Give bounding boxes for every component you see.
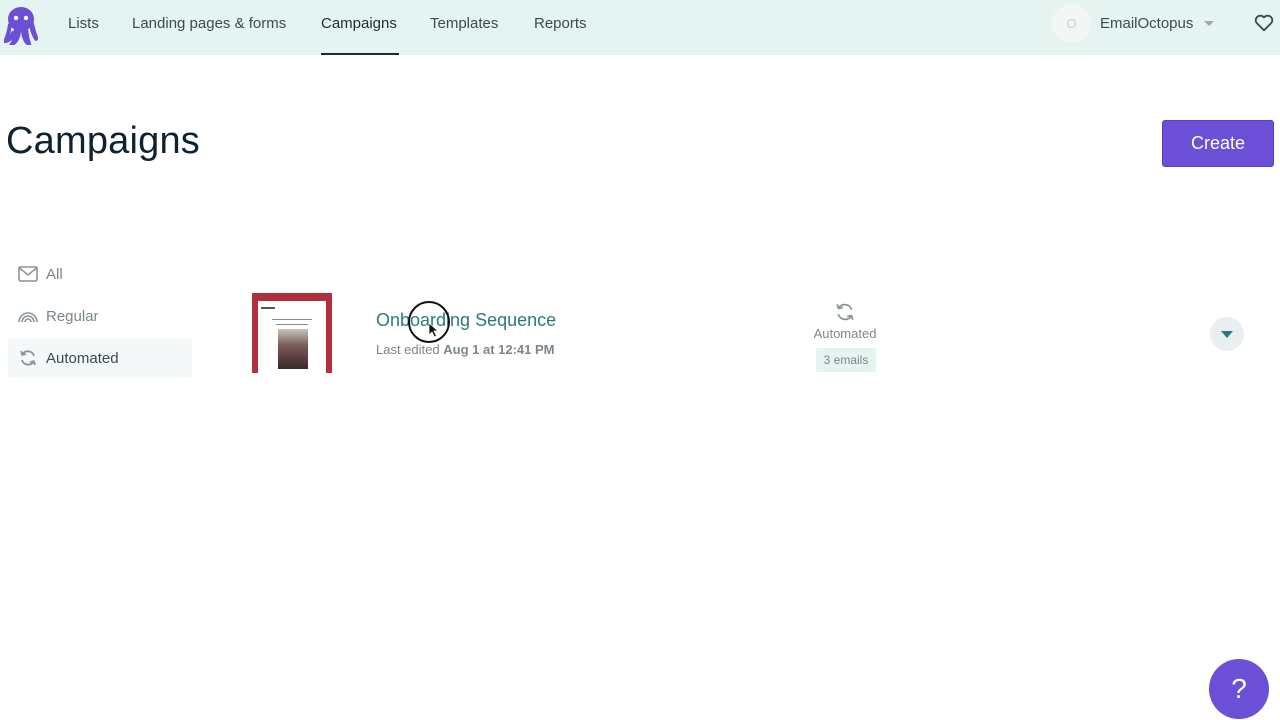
nav-templates[interactable]: Templates: [430, 0, 498, 55]
campaign-type-label: Automated: [813, 326, 877, 341]
rainbow-icon: [18, 306, 38, 326]
account-avatar[interactable]: O: [1052, 4, 1091, 43]
create-button[interactable]: Create: [1162, 120, 1274, 167]
thumbnail-text-line: [261, 307, 275, 309]
heart-icon[interactable]: [1253, 12, 1275, 34]
nav-campaigns-label: Campaigns: [321, 15, 397, 32]
thumbnail-photo: [278, 329, 308, 369]
campaign-options-dropdown[interactable]: [1210, 317, 1244, 351]
filter-regular-label: Regular: [46, 307, 99, 325]
top-nav: Lists Landing pages & forms Campaigns Te…: [0, 0, 1280, 55]
mouse-cursor-icon: [428, 322, 440, 338]
active-tab-underline: [321, 53, 399, 55]
thumbnail-text-line: [272, 319, 312, 320]
campaign-thumbnail[interactable]: [252, 293, 332, 373]
nav-lists[interactable]: Lists: [68, 0, 99, 55]
refresh-icon: [836, 303, 854, 321]
account-name[interactable]: EmailOctopus: [1100, 0, 1193, 47]
chevron-down-icon[interactable]: [1204, 21, 1214, 26]
nav-campaigns[interactable]: Campaigns: [321, 0, 399, 55]
page-title: Campaigns: [6, 120, 201, 162]
campaign-name-link[interactable]: Onboarding Sequence: [376, 310, 556, 331]
nav-reports[interactable]: Reports: [534, 0, 587, 55]
campaign-last-edited: Last edited Aug 1 at 12:41 PM: [376, 342, 555, 357]
refresh-icon: [18, 348, 38, 368]
filter-regular[interactable]: Regular: [8, 297, 192, 335]
last-edited-prefix: Last edited: [376, 342, 440, 357]
last-edited-date: Aug 1 at 12:41 PM: [443, 342, 555, 357]
chevron-down-icon: [1221, 331, 1233, 338]
filter-automated[interactable]: Automated: [8, 339, 192, 377]
thumbnail-email-preview: [258, 301, 326, 373]
envelope-icon: [18, 264, 38, 284]
thumbnail-text-line: [276, 324, 308, 325]
filter-automated-label: Automated: [46, 349, 119, 367]
nav-landing-pages-forms[interactable]: Landing pages & forms: [132, 0, 286, 55]
octopus-logo-icon[interactable]: [4, 5, 38, 45]
filter-all-label: All: [46, 265, 63, 283]
emails-count-badge: 3 emails: [816, 348, 876, 372]
help-button[interactable]: ?: [1209, 659, 1269, 719]
filter-all[interactable]: All: [8, 255, 192, 293]
